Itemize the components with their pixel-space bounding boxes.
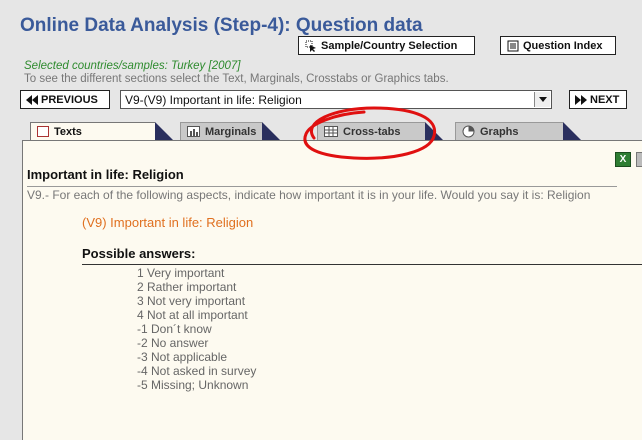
tabs-hint: To see the different sections select the… <box>24 73 449 85</box>
answer-item: 3 Not very important <box>137 294 246 308</box>
answer-item: -2 No answer <box>137 336 209 350</box>
tab-texts-label: Texts <box>54 125 82 138</box>
bar-chart-icon <box>187 126 200 137</box>
cursor-select-icon <box>305 40 316 52</box>
answer-item: 4 Not at all important <box>137 308 248 322</box>
question-index-button[interactable]: Question Index <box>500 36 616 55</box>
possible-answers-heading: Possible answers: <box>82 246 196 261</box>
answers-divider <box>82 264 642 265</box>
question-heading: Important in life: Religion <box>27 167 184 182</box>
variable-label: (V9) Important in life: Religion <box>82 215 254 230</box>
answer-item: 1 Very important <box>137 266 225 280</box>
list-icon <box>507 40 519 51</box>
document-icon <box>37 126 49 137</box>
red-annotation-circle <box>303 106 437 160</box>
tab-graphs[interactable]: Graphs <box>455 122 583 140</box>
answer-item: -3 Not applicable <box>137 350 228 364</box>
answer-item: -1 Don´t know <box>137 322 212 336</box>
tab-graphs-label: Graphs <box>480 125 519 138</box>
answers-list: 1 Very important 2 Rather important 3 No… <box>137 266 256 392</box>
sample-country-selection-label: Sample/Country Selection <box>321 39 458 52</box>
next-button[interactable]: NEXT <box>569 90 627 109</box>
question-text: V9.- For each of the following aspects, … <box>27 188 591 202</box>
pie-chart-icon <box>462 125 475 138</box>
sample-country-selection-button[interactable]: Sample/Country Selection <box>298 36 475 55</box>
double-right-arrow-icon <box>575 94 587 105</box>
tab-marginals-label: Marginals <box>205 125 257 138</box>
double-left-arrow-icon <box>26 94 38 105</box>
answer-item: 2 Rather important <box>137 280 237 294</box>
next-label: NEXT <box>590 93 620 106</box>
tab-texts[interactable]: Texts <box>30 122 175 140</box>
selected-countries: Selected countries/samples: Turkey [2007… <box>24 60 241 72</box>
previous-button[interactable]: PREVIOUS <box>20 90 110 109</box>
excel-icon[interactable]: X <box>615 152 631 167</box>
heading-divider <box>27 186 617 187</box>
answer-item: -4 Not asked in survey <box>137 364 257 378</box>
page-title: Online Data Analysis (Step-4): Question … <box>20 15 423 36</box>
content-panel <box>22 140 642 440</box>
answer-item: -5 Missing; Unknown <box>137 378 249 392</box>
question-select-value: V9-(V9) Important in life: Religion <box>125 92 302 107</box>
tab-marginals[interactable]: Marginals <box>180 122 282 140</box>
print-icon[interactable] <box>636 152 642 167</box>
chevron-down-icon[interactable] <box>534 92 550 107</box>
question-index-label: Question Index <box>523 39 603 52</box>
previous-label: PREVIOUS <box>41 93 98 106</box>
